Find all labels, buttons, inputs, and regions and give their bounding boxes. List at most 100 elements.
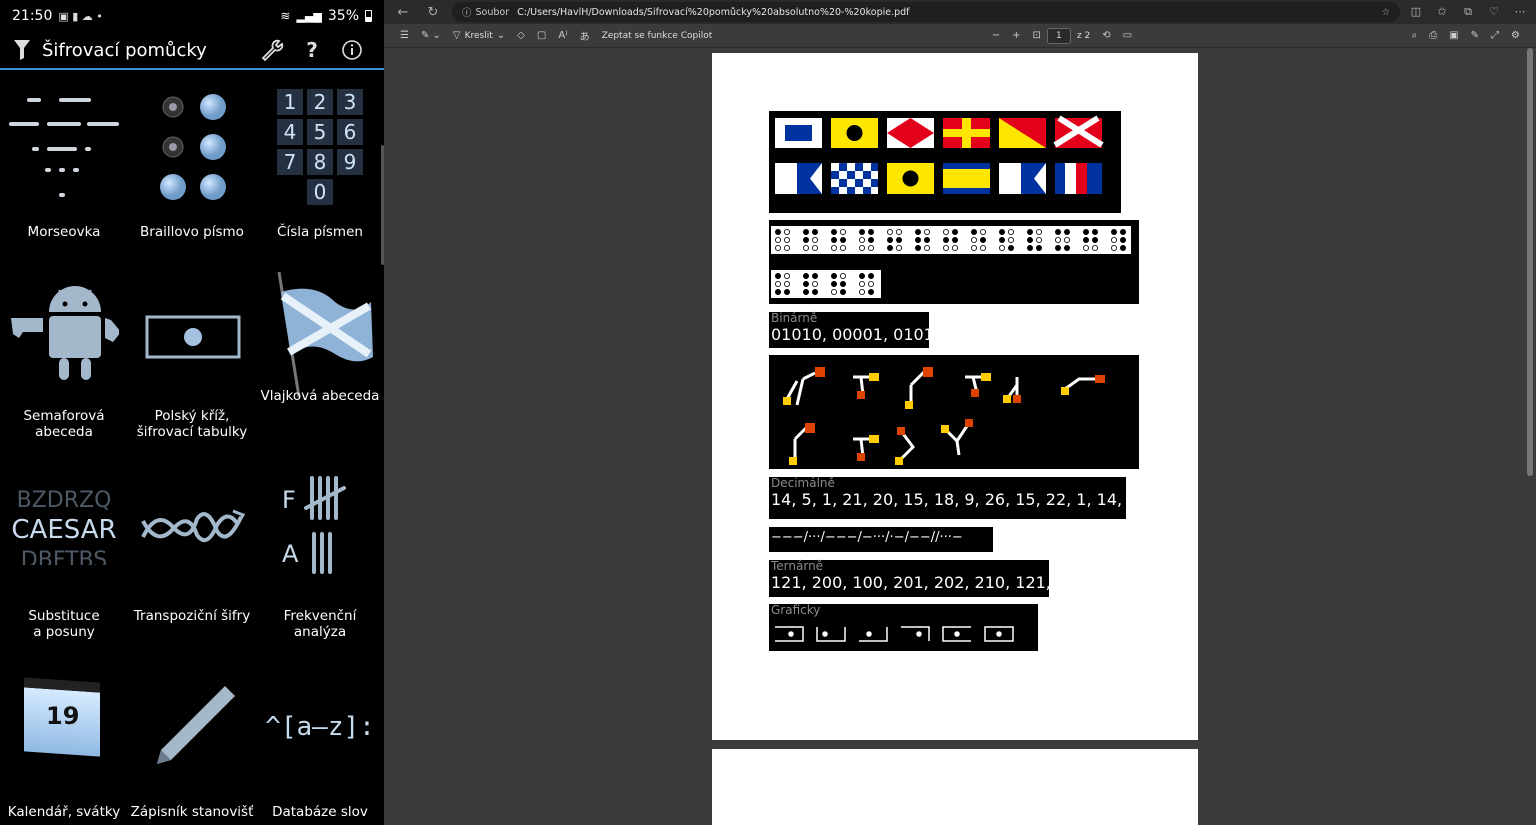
favorites-icon[interactable]: ✩ [1434,5,1450,19]
tool-morse[interactable]: Morseovka [0,82,128,240]
notification-icons: ▣ ▮ ☁ • [58,9,103,23]
tool-label: Čísla písmen [277,224,363,240]
zoom-in-icon[interactable]: + [1006,26,1026,46]
binary-value: 01010, 00001, 01011 [771,325,945,344]
search-icon[interactable]: ⌕ [1406,26,1424,46]
braille-dot [896,244,903,251]
tool-label: Semaforová abeceda [23,408,105,440]
tool-letter-numbers[interactable]: 1 2 3 4 5 6 7 8 9 0 Čísla písmen [256,82,384,240]
tool-label: Vlajková abeceda [260,388,380,404]
app-bar: Šifrovací pomůcky ? [0,32,384,70]
braille-dot [1063,244,1070,251]
braille-dot [812,244,819,251]
number-keypad-icon: 1 2 3 4 5 6 7 8 9 0 [277,89,363,205]
braille-dot [951,236,958,243]
braille-dot [812,289,819,296]
save-as-icon[interactable]: ✎ [1465,26,1485,46]
tool-frequency[interactable]: F A Frekvenční analýza [256,462,384,640]
braille-dot [868,244,875,251]
url-text: C:/Users/HavlH/Downloads/Šifrovací%20pom… [517,6,910,18]
page-number-input[interactable]: 1 [1046,27,1071,44]
draw-button[interactable]: ▽ Kreslit ⌄ [447,26,511,46]
braille-dot [859,244,866,251]
eraser-icon[interactable]: ◇ [511,26,531,46]
site-info[interactable]: ⓘ Soubor [462,5,509,20]
pencil-icon [157,686,235,764]
braille-dot [868,273,875,280]
collections-icon[interactable]: ⧉ [1460,5,1476,19]
wrench-icon[interactable] [252,34,292,66]
pdf-toolbar: ☰ ✎ ⌄ ▽ Kreslit ⌄ ◇ ▢ A⁾ あ Zeptat se funkc… [384,24,1536,48]
print-icon[interactable]: ⎙ [1423,26,1443,46]
text-box-icon[interactable]: ▢ [531,26,552,46]
app-title: Šifrovací pomůcky [42,39,207,61]
braille-dot [923,236,930,243]
braille-dot [970,228,977,235]
braille-dot [840,244,847,251]
braille-dot [840,236,847,243]
braille-dot [923,244,930,251]
fullscreen-icon[interactable]: ⤢ [1485,26,1505,46]
highlight-icon[interactable]: ✎ ⌄ [415,26,447,46]
braille-dot [979,244,986,251]
scrollbar[interactable] [1527,48,1533,476]
braille-dot [887,236,894,243]
fit-page-icon[interactable]: ⊡ [1027,26,1047,46]
tool-substitution[interactable]: BZDRZQ CAESAR DBFTBS Substituce a posuny [0,462,128,640]
pigpen-symbol [942,626,971,642]
tool-transposition[interactable]: Transpoziční šifry [128,462,256,624]
tool-polish-cross[interactable]: Polský kříž, šifrovací tabulky [128,272,256,440]
health-icon[interactable]: ♡ [1486,5,1502,19]
braille-dot [783,273,790,280]
tool-semaphore[interactable]: Semaforová abeceda [0,272,128,440]
braille-dot [1119,228,1126,235]
more-icon[interactable]: ⋯ [1512,5,1528,19]
translate-icon[interactable]: あ [574,26,596,46]
save-icon[interactable]: ▣ [1443,26,1464,46]
contents-icon[interactable]: ☰ [394,26,415,46]
braille-dot [1026,244,1033,251]
semaphore-figure [1003,377,1021,403]
draw-icon: ▽ [452,30,461,41]
rotate-icon[interactable]: ⟲ [1096,26,1116,46]
tool-flags[interactable]: Vlajková abeceda [256,272,384,404]
tool-label: Zápisník stanovišť [130,804,254,820]
tool-braille[interactable]: Braillovo písmo [128,82,256,240]
tool-notebook[interactable]: Zápisník stanovišť [128,662,256,820]
braille-dot [1054,236,1061,243]
semaphore-figure [1061,375,1105,395]
zoom-out-icon[interactable]: − [986,26,1006,46]
binary-label: Binárně [771,311,818,325]
clock: 21:50 [12,8,53,24]
signal-flag [999,118,1046,148]
braille-dot [1091,244,1098,251]
semaphore-figure [965,373,991,397]
braille-dot [859,236,866,243]
braille-dot [859,281,866,288]
braille-dot [783,289,790,296]
funnel-app-icon [14,40,30,60]
braille-dot [840,273,847,280]
transposition-icon [141,509,246,543]
refresh-icon[interactable]: ↻ [422,1,444,23]
tool-word-database[interactable]: ^[a–z]: Databáze slov [256,662,384,820]
braille-dot [1054,244,1061,251]
ternary-value: 121, 200, 100, 201, 202, 210, 121, 210 [771,573,1087,592]
signal-flag [943,163,990,194]
split-screen-icon[interactable]: ◫ [1408,5,1424,19]
braille-dot [775,236,781,243]
info-icon[interactable] [332,34,372,66]
braille-dot [1091,228,1098,235]
copilot-button[interactable]: Zeptat se funkce Copilot [596,26,719,46]
page-view-icon[interactable]: ▭ [1117,26,1138,46]
read-aloud-icon[interactable]: A⁾ [552,26,573,46]
star-icon[interactable]: ☆ [1381,7,1390,18]
braille-dot [1035,236,1042,243]
settings-icon[interactable]: ⚙ [1505,26,1526,46]
tool-calendar[interactable]: 19 Kalendář, svátky [0,662,128,820]
back-icon[interactable]: ← [392,1,414,23]
help-icon[interactable]: ? [292,34,332,66]
braille-dot [775,273,781,280]
braille-dot [868,228,875,235]
address-bar[interactable]: ⓘ Soubor C:/Users/HavlH/Downloads/Šifrova… [452,2,1400,22]
